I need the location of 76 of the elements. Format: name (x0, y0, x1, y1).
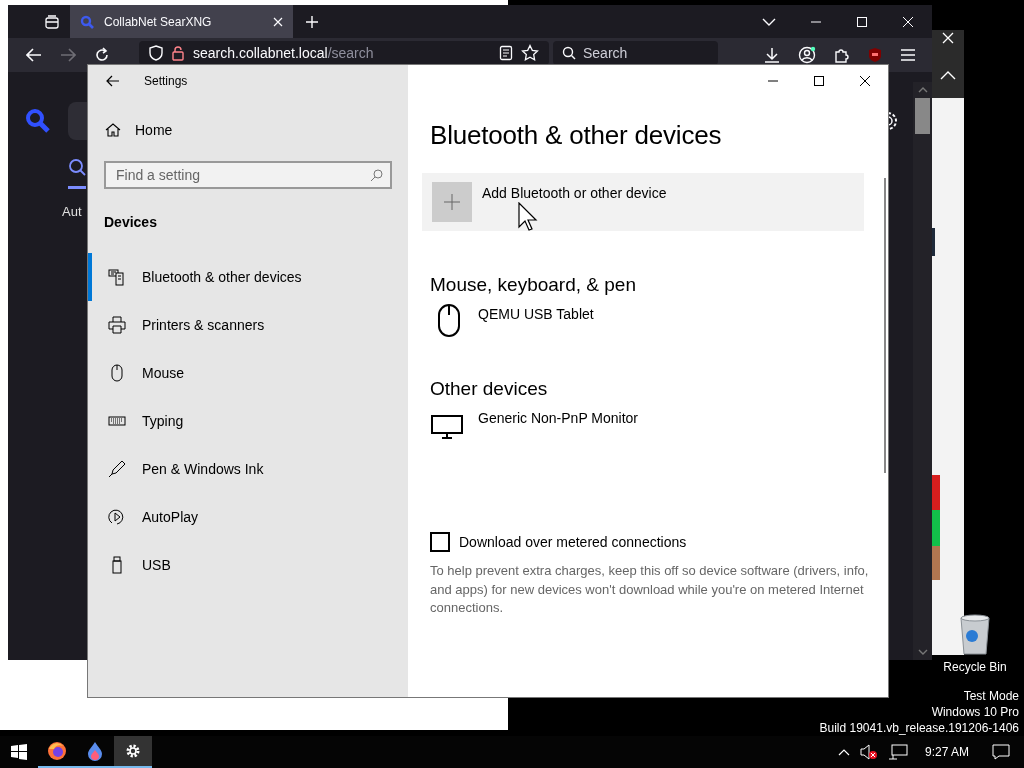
cursor-icon (518, 202, 538, 232)
speaker-icon[interactable] (859, 744, 878, 760)
search-icon[interactable] (25, 108, 51, 134)
fox-globe-icon (47, 741, 67, 761)
download-icon[interactable] (764, 47, 780, 63)
network-icon[interactable] (887, 744, 908, 760)
search-icon (370, 169, 383, 182)
keyboard-device-icon (108, 268, 126, 286)
device-name[interactable]: QEMU USB Tablet (478, 306, 594, 322)
chevron-up-icon[interactable] (837, 748, 850, 756)
scroll-up-icon[interactable] (917, 86, 928, 94)
new-tab-icon[interactable] (305, 14, 319, 29)
notification-icon[interactable] (992, 744, 1010, 760)
reader-view-icon[interactable] (499, 45, 513, 61)
plus-icon (444, 194, 460, 210)
tab-list-icon[interactable] (44, 13, 60, 30)
lock-icon[interactable] (171, 45, 185, 61)
home-link[interactable]: Home (105, 122, 408, 138)
maximize-icon[interactable] (813, 75, 825, 87)
printer-icon (108, 316, 126, 334)
sidebar-item[interactable]: Bluetooth & other devices (88, 253, 408, 301)
group-heading: Mouse, keyboard, & pen (430, 274, 637, 296)
sidebar-item[interactable]: Mouse (88, 349, 408, 397)
pen-icon (108, 460, 126, 478)
group-heading: Other devices (430, 378, 549, 400)
clock[interactable]: 9:27 AM (924, 745, 969, 759)
sidebar-item[interactable]: Printers & scanners (88, 301, 408, 349)
star-icon[interactable] (521, 44, 539, 62)
chevron-down-icon[interactable] (762, 16, 776, 27)
mouse-icon (108, 364, 126, 382)
gear-icon[interactable] (888, 110, 900, 132)
system-notice-text: Test Mode (963, 688, 1019, 704)
sidebar-item[interactable]: Pen & Windows Ink (88, 445, 408, 493)
scrollbar-thumb[interactable] (915, 98, 930, 134)
settings-app-button[interactable] (114, 736, 152, 768)
close-icon[interactable] (859, 75, 871, 87)
scrollbar[interactable] (884, 178, 886, 473)
search-field[interactable]: Find a setting (104, 161, 392, 189)
sidebar-item[interactable]: Typing (88, 397, 408, 445)
recycle-bin-icon[interactable] (957, 612, 993, 656)
sidebar-item[interactable]: AutoPlay (88, 493, 408, 541)
menu-icon[interactable] (900, 48, 916, 62)
autocomplete-label: Aut (62, 204, 82, 219)
desktop-icon-label[interactable]: Recycle Bin (943, 660, 1007, 674)
search-icon (68, 158, 86, 176)
account-icon[interactable] (798, 46, 816, 64)
back-icon[interactable] (106, 75, 120, 87)
system-notice-text: Build 19041.vb_release.191206-1406 (819, 720, 1019, 736)
drop-icon (87, 741, 103, 761)
window-title: Settings (144, 74, 188, 88)
checkbox-box[interactable] (430, 532, 450, 552)
search-icon (80, 14, 94, 29)
scrollbar[interactable] (913, 82, 932, 660)
add-device-button[interactable]: Add Bluetooth or other device (422, 173, 864, 231)
description-text: To help prevent extra charges, keep this off so device software (drivers, info, and apps) for new devices won't download while you're on metered Internet connections. (430, 562, 870, 617)
sidebar-item[interactable]: USB (88, 541, 408, 589)
forward-icon[interactable] (60, 48, 76, 62)
browser-tab[interactable]: CollabNet SearXNG (70, 5, 293, 38)
device-name[interactable]: Generic Non-PnP Monitor (478, 410, 639, 426)
search-icon (562, 46, 576, 60)
search-field[interactable]: Search (553, 41, 718, 65)
puzzle-icon[interactable] (834, 47, 850, 63)
scroll-down-icon[interactable] (917, 648, 928, 656)
page-title: Bluetooth & other devices (430, 120, 723, 151)
shield-icon[interactable] (149, 45, 163, 61)
system-notice-text: Windows 10 Pro (931, 704, 1019, 720)
search-field[interactable] (68, 102, 88, 140)
checkbox[interactable]: Download over metered connections (430, 532, 888, 552)
section-heading: Devices (104, 214, 158, 230)
chevron-up-icon[interactable] (940, 70, 956, 80)
gear-icon (125, 743, 141, 759)
play-circle-icon (108, 508, 126, 526)
windows-icon (11, 744, 27, 760)
address-bar[interactable]: search.collabnet.local/search (139, 41, 549, 65)
reload-icon[interactable] (94, 47, 110, 63)
house-icon (105, 122, 121, 138)
